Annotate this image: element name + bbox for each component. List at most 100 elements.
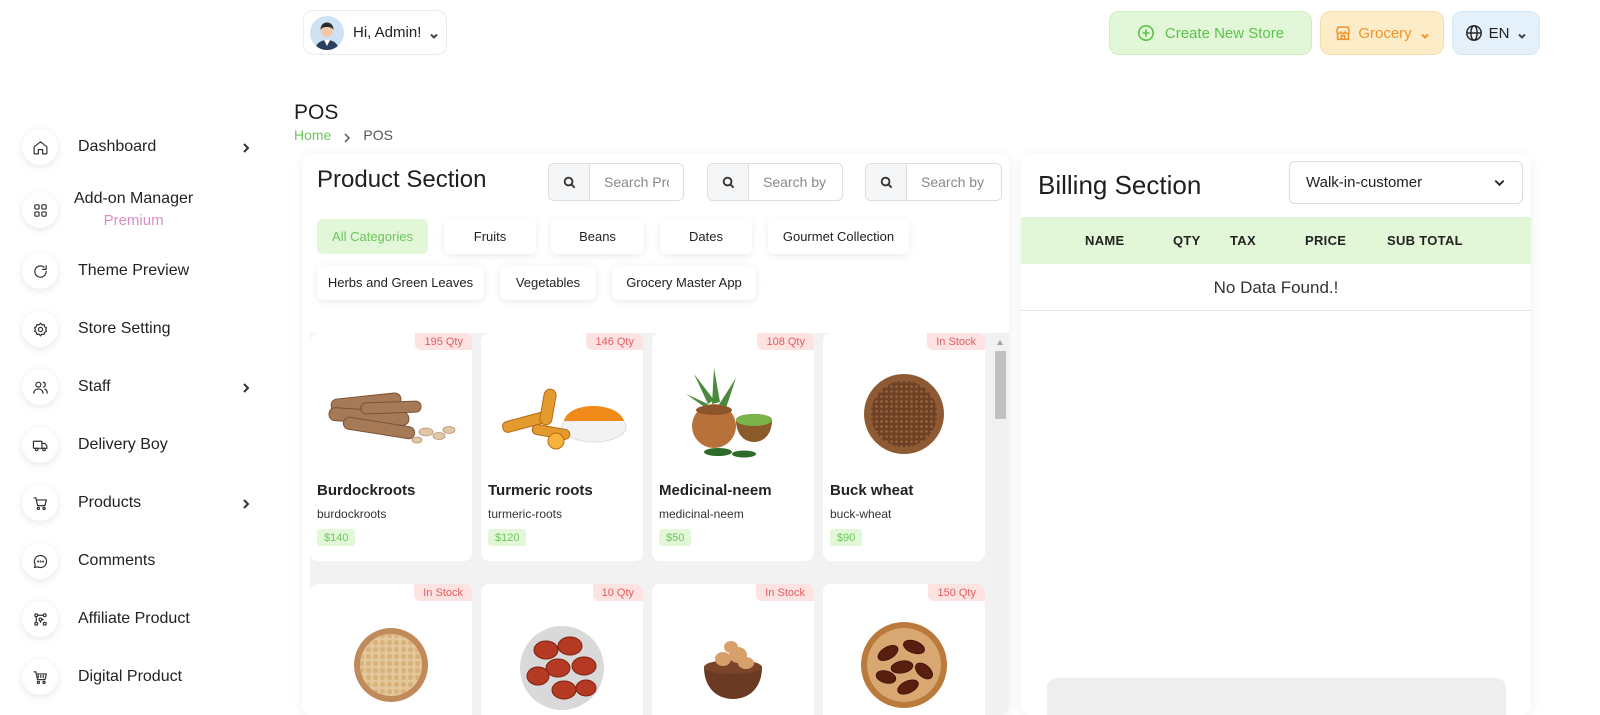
globe-icon: [1465, 25, 1482, 41]
sidebar-item-theme-preview[interactable]: Theme Preview: [22, 249, 252, 293]
truck-icon: [22, 427, 58, 463]
scroll-up-arrow-icon[interactable]: [997, 340, 1003, 345]
scroll-thumb[interactable]: [995, 351, 1006, 419]
chevron-down-icon: [429, 28, 439, 39]
chevron-right-icon: [240, 381, 252, 393]
sidebar-item-staff[interactable]: Staff: [22, 365, 252, 409]
sidebar-item-label: Digital Product: [78, 668, 183, 685]
premium-badge: Premium: [103, 212, 164, 229]
product-price: $90: [830, 529, 863, 546]
product-image: [652, 351, 814, 476]
product-grid-scrollbar[interactable]: [992, 333, 1009, 715]
sidebar-item-dashboard[interactable]: Dashboard: [22, 125, 252, 169]
product-card[interactable]: In Stock Buck wheat buck-wheat $90: [823, 333, 985, 561]
store-switcher-button[interactable]: Grocery: [1320, 11, 1444, 55]
breadcrumb: Home POS: [294, 127, 393, 143]
sidebar-item-delivery-boy[interactable]: Delivery Boy: [22, 423, 252, 467]
customer-select[interactable]: Walk-in-customer: [1289, 161, 1523, 204]
breadcrumb-home-link[interactable]: Home: [294, 127, 331, 143]
search-by-input-1[interactable]: [749, 164, 842, 200]
digital-cart-icon: [22, 659, 58, 695]
category-gourmet-collection[interactable]: Gourmet Collection: [768, 219, 909, 254]
sidebar-item-products[interactable]: Products: [22, 481, 252, 525]
stock-badge: 150 Qty: [928, 584, 985, 601]
customer-select-value: Walk-in-customer: [1306, 174, 1423, 191]
column-sub-total: SUB TOTAL: [1387, 233, 1463, 248]
cart-icon: [22, 485, 58, 521]
product-name: Burdockroots: [317, 482, 416, 499]
users-icon: [22, 369, 58, 405]
sidebar-item-store-setting[interactable]: Store Setting: [22, 307, 252, 351]
sidebar-item-addon-manager[interactable]: Add-on Manager Premium: [22, 188, 252, 232]
sidebar-item-label: Comments: [78, 552, 156, 569]
sidebar-item-digital-product[interactable]: Digital Product: [22, 655, 252, 699]
product-name: Turmeric roots: [488, 482, 593, 499]
search-product-input[interactable]: [590, 164, 683, 200]
avatar: [310, 15, 344, 50]
product-slug: medicinal-neem: [659, 507, 744, 521]
search-product-box: [548, 163, 684, 201]
store-icon: [1336, 26, 1351, 41]
chevron-down-icon: [1494, 179, 1505, 187]
column-name: NAME: [1085, 233, 1125, 248]
breadcrumb-current: POS: [363, 127, 393, 143]
product-image: [310, 351, 472, 476]
product-section: Product Section All Categories Fruits Be…: [302, 153, 1009, 715]
chevron-right-icon: [240, 141, 252, 153]
comment-icon: [22, 543, 58, 579]
user-menu[interactable]: Hi, Admin!: [303, 10, 447, 55]
product-slug: turmeric-roots: [488, 507, 563, 521]
category-dates[interactable]: Dates: [660, 219, 752, 254]
column-qty: QTY: [1173, 233, 1201, 248]
product-card[interactable]: 146 Qty Turmeric roots turmeric-roots $1…: [481, 333, 643, 561]
search-icon[interactable]: [708, 164, 749, 200]
category-herbs[interactable]: Herbs and Green Leaves: [317, 265, 484, 300]
sidebar-item-label: Add-on Manager: [74, 190, 194, 207]
grid-icon: [22, 192, 58, 228]
sidebar-item-affiliate-product[interactable]: Affiliate Product: [22, 597, 252, 641]
chevron-down-icon: [1517, 28, 1527, 39]
product-price: $50: [659, 529, 692, 546]
product-card[interactable]: 108 Qty Medicinal-neem medicinal-neem $5…: [652, 333, 814, 561]
create-new-store-button[interactable]: Create New Store: [1109, 11, 1312, 55]
home-icon: [22, 129, 58, 165]
category-grocery-master-app[interactable]: Grocery Master App: [612, 265, 756, 300]
sidebar-item-label: Staff: [78, 378, 111, 395]
product-image: [823, 351, 985, 476]
search-by-input-2[interactable]: [907, 164, 1001, 200]
chevron-right-icon: [240, 497, 252, 509]
billing-table-header: NAME QTY TAX PRICE SUB TOTAL: [1021, 217, 1531, 264]
product-slug: buck-wheat: [830, 507, 892, 521]
search-icon[interactable]: [549, 164, 590, 200]
empty-state-message: No Data Found.!: [1021, 265, 1531, 311]
category-all[interactable]: All Categories: [317, 219, 428, 254]
category-fruits[interactable]: Fruits: [444, 219, 536, 254]
product-card[interactable]: In Stock: [310, 584, 472, 715]
create-store-label: Create New Store: [1164, 24, 1285, 42]
sidebar: Dashboard Add-on Manager Premium Theme P…: [0, 0, 270, 715]
search-icon[interactable]: [866, 164, 907, 200]
chevron-right-icon: [343, 130, 351, 143]
product-card[interactable]: 150 Qty: [823, 584, 985, 715]
column-price: PRICE: [1305, 233, 1347, 248]
product-slug: burdockroots: [317, 507, 387, 521]
category-beans[interactable]: Beans: [551, 219, 644, 254]
product-image: [481, 351, 643, 476]
product-card[interactable]: In Stock: [652, 584, 814, 715]
product-section-title: Product Section: [317, 166, 487, 193]
product-price: $120: [488, 529, 527, 546]
billing-section: Billing Section Walk-in-customer NAME QT…: [1021, 153, 1531, 715]
product-card[interactable]: 10 Qty: [481, 584, 643, 715]
store-type-label: Grocery: [1358, 24, 1412, 42]
user-greeting: Hi, Admin!: [353, 24, 422, 41]
product-image: [652, 602, 814, 715]
stock-badge: 195 Qty: [415, 333, 472, 350]
sidebar-item-comments[interactable]: Comments: [22, 539, 252, 583]
product-card[interactable]: 195 Qty Burdockroots burdockroots $140: [310, 333, 472, 561]
affiliate-icon: [22, 601, 58, 637]
language-switcher-button[interactable]: EN: [1452, 11, 1540, 55]
category-vegetables[interactable]: Vegetables: [500, 265, 596, 300]
refresh-icon: [22, 253, 58, 289]
plus-circle-icon: [1137, 24, 1154, 42]
stock-badge: 146 Qty: [586, 333, 643, 350]
